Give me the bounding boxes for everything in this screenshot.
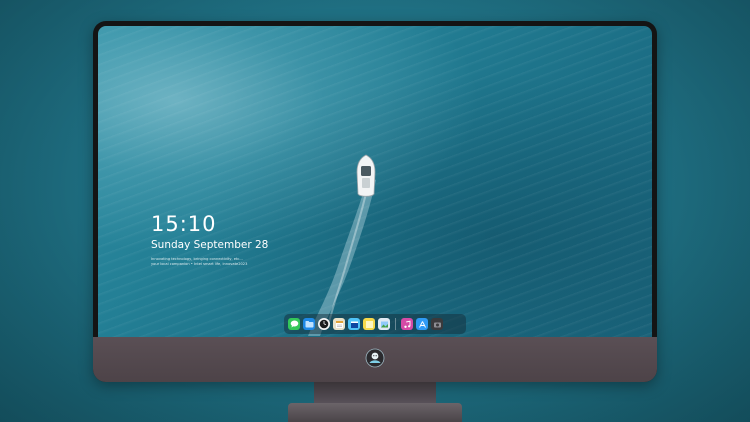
clock-time: 15:10	[151, 212, 217, 236]
brand-logo-icon	[365, 348, 385, 368]
app-store-icon[interactable]	[416, 318, 428, 330]
fine-print-2: your local companion • Intel smart life,…	[151, 262, 248, 266]
monitor: 15:10 Sunday September 28 Innovating tec…	[93, 21, 657, 382]
desktop-screen: 15:10 Sunday September 28 Innovating tec…	[98, 26, 652, 337]
camera-icon[interactable]	[431, 318, 443, 330]
photo-preview-icon[interactable]	[378, 318, 390, 330]
boat	[356, 154, 376, 197]
clapper-icon[interactable]	[348, 318, 360, 330]
dock	[284, 314, 466, 334]
monitor-stand-neck	[314, 382, 436, 404]
sticky-note-icon[interactable]	[363, 318, 375, 330]
boat-wake	[308, 176, 376, 336]
dock-divider	[395, 318, 396, 330]
monitor-chin	[93, 337, 657, 382]
music-note-icon[interactable]	[401, 318, 413, 330]
finder-folder-icon[interactable]	[303, 318, 315, 330]
lock-screen-info: 15:10 Sunday September 28 Innovating tec…	[151, 212, 268, 267]
clock-icon[interactable]	[318, 318, 330, 330]
monitor-stand-base	[288, 403, 462, 422]
notes-icon[interactable]	[333, 318, 345, 330]
message-bubble-icon[interactable]	[288, 318, 300, 330]
clock-date: Sunday September 28	[151, 239, 269, 251]
